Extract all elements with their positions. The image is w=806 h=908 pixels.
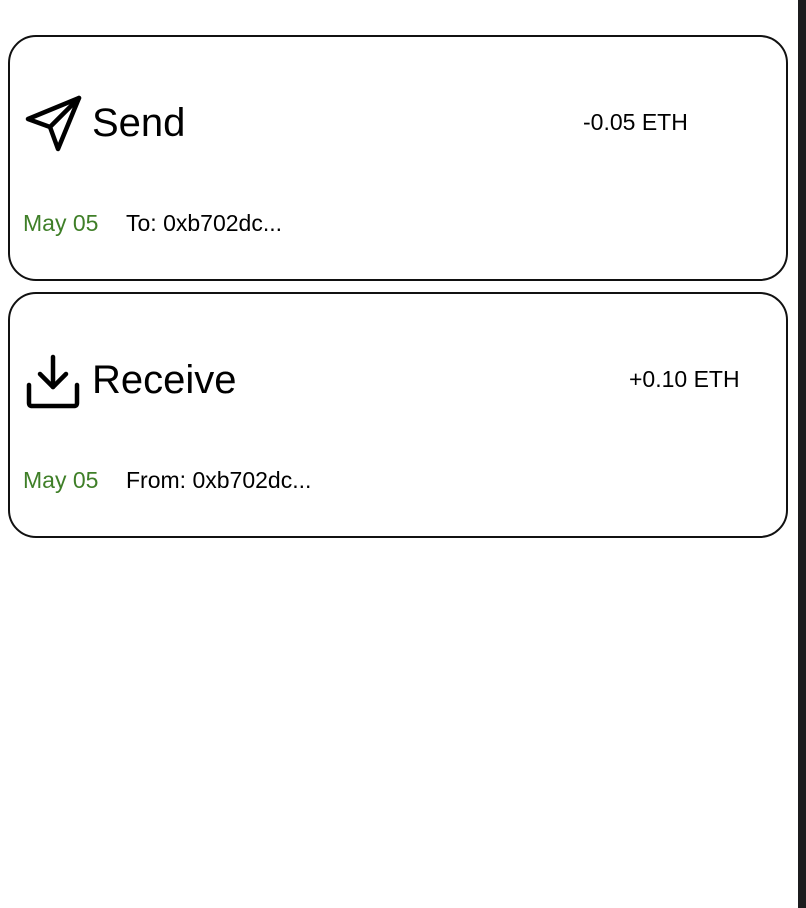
transaction-amount: -0.05 ETH — [583, 109, 688, 135]
download-icon — [24, 352, 82, 410]
transaction-type: Send — [92, 101, 186, 145]
send-icon — [24, 95, 82, 153]
window-edge — [798, 0, 806, 908]
transaction-date: May 05 — [23, 467, 99, 493]
transaction-amount: +0.10 ETH — [629, 366, 740, 392]
transaction-address: To: 0xb702dc... — [126, 210, 282, 236]
transaction-card-receive[interactable]: Receive +0.10 ETH May 05 From: 0xb702dc.… — [8, 292, 788, 538]
transaction-list: Send -0.05 ETH May 05 To: 0xb702dc... Re… — [8, 35, 788, 549]
transaction-address: From: 0xb702dc... — [126, 467, 312, 493]
transaction-card-send[interactable]: Send -0.05 ETH May 05 To: 0xb702dc... — [8, 35, 788, 281]
transaction-date: May 05 — [23, 210, 99, 236]
transaction-screen: Send -0.05 ETH May 05 To: 0xb702dc... Re… — [0, 0, 806, 908]
transaction-type: Receive — [92, 358, 237, 402]
